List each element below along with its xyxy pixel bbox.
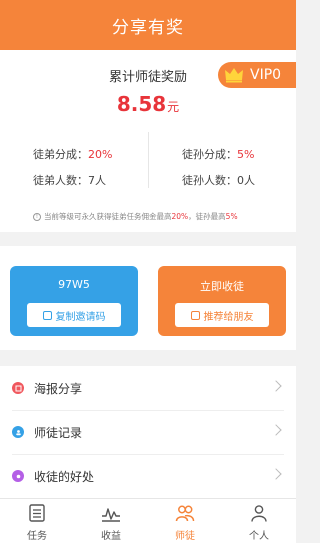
- grand-disciple-share-label: 徒孙分成：: [182, 148, 237, 161]
- commission-note: ! 当前等级可永久获得徒弟任务佣金最高 20% ，徒孙最高 5%: [33, 211, 238, 222]
- menu-item-poster-share[interactable]: 海报分享: [0, 366, 296, 410]
- disciple-count-label: 徒弟人数：: [33, 174, 88, 187]
- task-list-icon: [29, 504, 45, 522]
- vip-level-label: VIP0: [250, 67, 282, 83]
- grand-disciple-count-value: 0人: [237, 174, 255, 187]
- grand-disciple-count-stat: 徒孙人数：0人: [182, 172, 255, 188]
- copy-invite-code-label: 复制邀请码: [55, 311, 106, 323]
- tab-label: 个人: [249, 531, 269, 542]
- mentor-people-icon: [175, 505, 195, 522]
- tab-mentor[interactable]: 师徒: [148, 499, 222, 543]
- tab-label: 收益: [101, 531, 121, 542]
- tab-label: 任务: [27, 531, 47, 542]
- vip-badge[interactable]: VIP0: [218, 62, 296, 88]
- reward-summary-panel: 累计师徒奖励 VIP0 8.58元 徒弟分成：20% 徒弟人数：7人 徒孙分成：…: [0, 50, 296, 232]
- tab-profile[interactable]: 个人: [222, 499, 296, 543]
- bottom-tab-bar: 任务 收益 师徒 个人: [0, 498, 296, 543]
- recruit-card: 立即收徒 推荐给朋友: [158, 266, 286, 336]
- info-icon: !: [33, 212, 41, 221]
- menu-item-label: 收徒的好处: [34, 469, 95, 484]
- menu-item-recruit-benefits[interactable]: 收徒的好处: [0, 454, 296, 498]
- recommend-to-friend-button[interactable]: 推荐给朋友: [175, 303, 269, 327]
- tab-earnings[interactable]: 收益: [74, 499, 148, 543]
- image-share-icon: [190, 310, 200, 320]
- disciple-count-stat: 徒弟人数：7人: [33, 172, 106, 188]
- copy-invite-code-button[interactable]: 复制邀请码: [27, 303, 121, 327]
- grand-disciple-share-value: 5%: [237, 148, 255, 161]
- reward-amount-value: 8.58: [116, 92, 167, 116]
- grand-disciple-count-label: 徒孙人数：: [182, 174, 237, 187]
- recommend-to-friend-label: 推荐给朋友: [203, 311, 254, 323]
- reward-amount-unit: 元: [167, 100, 180, 114]
- record-icon: [12, 426, 24, 438]
- menu-item-label: 海报分享: [34, 381, 83, 396]
- disciple-share-label: 徒弟分成：: [33, 148, 88, 161]
- menu-item-mentor-records[interactable]: 师徒记录: [0, 410, 296, 454]
- total-reward-amount: 8.58元: [0, 92, 296, 116]
- page-title: 分享有奖: [112, 17, 184, 38]
- page-header: 分享有奖: [0, 0, 296, 50]
- crown-icon: [225, 68, 243, 83]
- menu-list: 海报分享 师徒记录 收徒的好处: [0, 366, 296, 498]
- recruit-title: 立即收徒: [200, 280, 244, 293]
- person-icon: [251, 505, 267, 522]
- note-disciple-pct: 20%: [171, 212, 189, 221]
- grand-disciple-share-stat: 徒孙分成：5%: [182, 146, 254, 162]
- copy-icon: [42, 310, 52, 320]
- poster-icon: [12, 382, 24, 394]
- disciple-share-value: 20%: [88, 148, 113, 161]
- disciple-count-value: 7人: [88, 174, 106, 187]
- tab-tasks[interactable]: 任务: [0, 499, 74, 543]
- disciple-share-stat: 徒弟分成：20%: [33, 146, 112, 162]
- earnings-chart-icon: [102, 508, 120, 522]
- chevron-right-icon: [270, 424, 282, 436]
- gift-icon: [12, 470, 24, 482]
- note-middle: ，徒孙最高: [188, 212, 226, 221]
- actions-panel: 97W5 复制邀请码 立即收徒 推荐给朋友: [0, 246, 296, 350]
- stats-divider: [148, 132, 149, 188]
- chevron-right-icon: [270, 380, 282, 392]
- chevron-right-icon: [270, 468, 282, 480]
- note-prefix: 当前等级可永久获得徒弟任务佣金最高: [44, 212, 172, 221]
- tab-label: 师徒: [175, 531, 195, 542]
- invite-code-card: 97W5 复制邀请码: [10, 266, 138, 336]
- note-grand-pct: 5%: [225, 212, 238, 221]
- invite-code-value: 97W5: [58, 278, 90, 291]
- menu-item-label: 师徒记录: [34, 425, 83, 440]
